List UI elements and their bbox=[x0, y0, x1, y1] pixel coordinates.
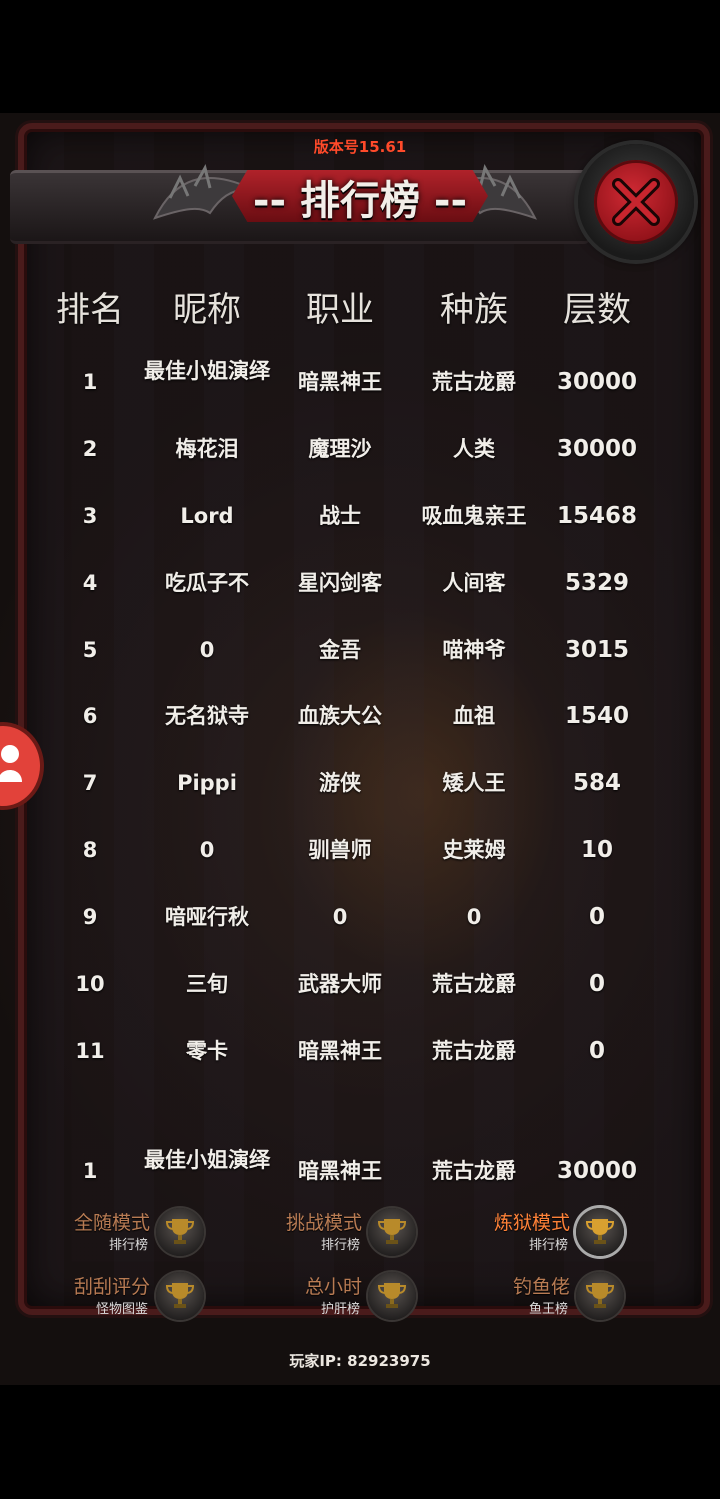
class-cell: 武器大师 bbox=[298, 972, 382, 996]
rank-cell: 6 bbox=[82, 704, 98, 728]
header-rank: 排名 bbox=[56, 290, 124, 330]
rank-cell: 8 bbox=[82, 838, 98, 862]
close-icon bbox=[612, 178, 660, 226]
floors-cell: 30000 bbox=[556, 369, 638, 395]
mode-button-fishing[interactable]: 钓鱼佬 鱼王榜 bbox=[440, 1270, 640, 1324]
rank-cell: 1 bbox=[82, 370, 98, 394]
floors-cell: 1540 bbox=[564, 703, 629, 729]
floors-cell: 30000 bbox=[556, 1158, 638, 1184]
mode-name: 挑战模式 bbox=[285, 1212, 362, 1234]
user-icon bbox=[0, 745, 22, 782]
rank-cell: 9 bbox=[82, 905, 98, 929]
rank-cell: 7 bbox=[82, 771, 98, 795]
floors-cell: 30000 bbox=[556, 436, 638, 462]
nickname-cell: 无名狱寺 bbox=[165, 704, 249, 728]
race-cell: 人类 bbox=[453, 437, 495, 461]
race-cell: 荒古龙爵 bbox=[432, 1039, 516, 1063]
nickname-cell: 梅花泪 bbox=[175, 437, 239, 461]
mode-button-challenge[interactable]: 挑战模式 排行榜 bbox=[232, 1206, 432, 1260]
mode-button-purgatory[interactable]: 炼狱模式 排行榜 bbox=[440, 1206, 640, 1260]
nickname-cell: 吃瓜子不 bbox=[165, 571, 249, 595]
class-cell: 暗黑神王 bbox=[298, 1159, 382, 1183]
mode-name: 刮刮评分 bbox=[73, 1276, 150, 1298]
nickname-cell: Lord bbox=[180, 504, 234, 528]
class-cell: 星闪剑客 bbox=[298, 571, 382, 595]
class-cell: 金吾 bbox=[319, 638, 361, 662]
rank-cell: 11 bbox=[75, 1039, 105, 1063]
class-cell: 暗黑神王 bbox=[298, 1039, 382, 1063]
class-cell: 驯兽师 bbox=[308, 838, 372, 862]
header-floors: 层数 bbox=[563, 290, 631, 330]
class-cell: 游侠 bbox=[319, 771, 361, 795]
mode-subtitle: 排行榜 bbox=[108, 1238, 148, 1253]
trophy-icon bbox=[576, 1272, 624, 1320]
player-ip-label: 玩家IP: 82923975 bbox=[289, 1352, 431, 1370]
mode-name: 炼狱模式 bbox=[493, 1212, 570, 1234]
nickname-cell: 三旬 bbox=[186, 972, 228, 996]
race-cell: 0 bbox=[466, 905, 482, 929]
rank-cell: 1 bbox=[82, 1159, 98, 1183]
race-cell: 血祖 bbox=[453, 704, 495, 728]
mode-subtitle: 护肝榜 bbox=[320, 1302, 360, 1317]
race-cell: 荒古龙爵 bbox=[432, 1159, 516, 1183]
nickname-cell: Pippi bbox=[177, 771, 237, 795]
floors-cell: 584 bbox=[572, 770, 621, 796]
trophy-icon bbox=[156, 1272, 204, 1320]
floors-cell: 3015 bbox=[564, 637, 629, 663]
trophy-icon bbox=[576, 1208, 624, 1256]
mode-button-random[interactable]: 全随模式 排行榜 bbox=[20, 1206, 220, 1260]
floors-cell: 15468 bbox=[556, 503, 638, 529]
trophy-icon bbox=[156, 1208, 204, 1256]
rank-cell: 3 bbox=[82, 504, 98, 528]
nickname-cell: 最佳小姐演绎 bbox=[144, 359, 270, 383]
mode-subtitle: 排行榜 bbox=[528, 1238, 568, 1253]
race-cell: 矮人王 bbox=[442, 771, 506, 795]
race-cell: 人间客 bbox=[442, 571, 506, 595]
nickname-cell: 0 bbox=[199, 638, 215, 662]
nickname-cell: 喑哑行秋 bbox=[165, 905, 249, 929]
class-cell: 0 bbox=[332, 905, 348, 929]
rank-cell: 4 bbox=[82, 571, 98, 595]
mode-name: 总小时 bbox=[304, 1276, 362, 1298]
trophy-icon bbox=[368, 1272, 416, 1320]
class-cell: 魔理沙 bbox=[308, 437, 372, 461]
floors-cell: 5329 bbox=[564, 570, 629, 596]
race-cell: 荒古龙爵 bbox=[432, 370, 516, 394]
race-cell: 史莱姆 bbox=[442, 838, 506, 862]
race-cell: 喵神爷 bbox=[442, 638, 506, 662]
nickname-cell: 最佳小姐演绎 bbox=[144, 1148, 270, 1172]
mode-name: 钓鱼佬 bbox=[512, 1276, 570, 1298]
nickname-cell: 0 bbox=[199, 838, 215, 862]
rank-cell: 5 bbox=[82, 638, 98, 662]
mode-name: 全随模式 bbox=[73, 1212, 150, 1234]
mode-subtitle: 鱼王榜 bbox=[528, 1302, 568, 1317]
race-cell: 荒古龙爵 bbox=[432, 972, 516, 996]
class-cell: 血族大公 bbox=[298, 704, 382, 728]
mode-subtitle: 排行榜 bbox=[320, 1238, 360, 1253]
floors-cell: 10 bbox=[580, 837, 613, 863]
floors-cell: 0 bbox=[588, 971, 605, 997]
header-class: 职业 bbox=[306, 290, 374, 330]
rank-cell: 10 bbox=[75, 972, 105, 996]
header-race: 种族 bbox=[440, 290, 508, 330]
mode-subtitle: 怪物图鉴 bbox=[95, 1302, 148, 1317]
race-cell: 吸血鬼亲王 bbox=[421, 504, 527, 528]
trophy-icon bbox=[368, 1208, 416, 1256]
rank-cell: 2 bbox=[82, 437, 98, 461]
class-cell: 暗黑神王 bbox=[298, 370, 382, 394]
mode-button-total-hours[interactable]: 总小时 护肝榜 bbox=[232, 1270, 432, 1324]
close-button[interactable] bbox=[578, 144, 694, 260]
header-nickname: 昵称 bbox=[173, 290, 241, 330]
mode-button-scratch-score[interactable]: 刮刮评分 怪物图鉴 bbox=[20, 1270, 220, 1324]
floors-cell: 0 bbox=[588, 904, 605, 930]
class-cell: 战士 bbox=[319, 504, 361, 528]
nickname-cell: 零卡 bbox=[186, 1039, 228, 1063]
floors-cell: 0 bbox=[588, 1038, 605, 1064]
